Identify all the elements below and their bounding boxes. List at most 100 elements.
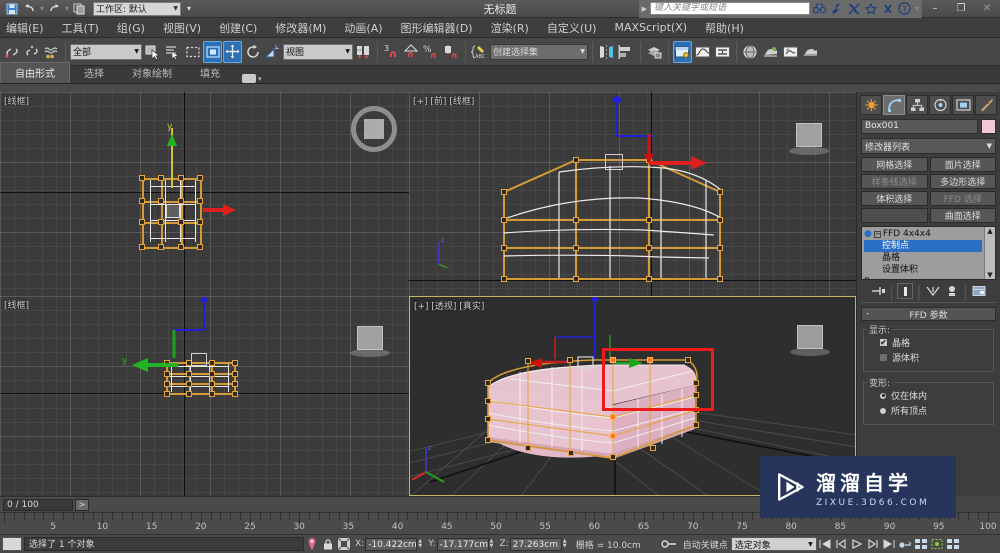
- absolute-relative-transform-icon[interactable]: [336, 536, 352, 552]
- stack-row-set-volume[interactable]: 设置体积: [864, 264, 982, 276]
- workspace-selector[interactable]: 工作区: 默认 ▼: [93, 1, 182, 16]
- modifier-list-combo[interactable]: 修改器列表 ▼: [861, 138, 996, 154]
- modifier-stack[interactable]: ● − FFD 4x4x4 控制点 晶格 设置体积 Box ▲: [861, 226, 996, 280]
- lightbulb-icon[interactable]: ●: [864, 228, 872, 240]
- stack-row-box[interactable]: Box: [864, 276, 982, 279]
- undo-dropdown-icon[interactable]: ▾: [40, 4, 44, 13]
- select-by-name-icon[interactable]: [163, 41, 182, 63]
- selection-lock-toggle-icon[interactable]: [320, 536, 336, 552]
- current-frame-field[interactable]: 0 / 100: [3, 498, 73, 511]
- menu-modifiers[interactable]: 修改器(M): [266, 18, 335, 38]
- menu-help[interactable]: 帮助(H): [696, 18, 753, 38]
- viewport-label-top-right[interactable]: [+] [前] [线框]: [413, 94, 474, 107]
- selection-filter-combo[interactable]: 全部 ▼: [70, 43, 142, 60]
- spline-select-button[interactable]: 样条线选择: [861, 174, 928, 189]
- angle-snap-toggle-icon[interactable]: [402, 41, 421, 63]
- menu-animation[interactable]: 动画(A): [335, 18, 391, 38]
- rectangular-selection-region-icon[interactable]: [183, 41, 202, 63]
- menu-rendering[interactable]: 渲染(R): [482, 18, 538, 38]
- key-filters-icon[interactable]: [945, 536, 961, 552]
- gizmo-center-handle[interactable]: [191, 353, 207, 366]
- utilities-tab[interactable]: [975, 95, 997, 115]
- viewport-top-left[interactable]: [线框] y: [0, 92, 409, 296]
- select-and-scale-icon[interactable]: [263, 41, 282, 63]
- patch-select-button[interactable]: 面片选择: [929, 157, 996, 172]
- x-field[interactable]: -10.422cm: [365, 537, 418, 551]
- wrench-icon[interactable]: [830, 2, 844, 16]
- window-crossing-toggle-icon[interactable]: [203, 40, 222, 63]
- select-and-move-icon[interactable]: [223, 40, 242, 63]
- lattice-checkbox-row[interactable]: ✔ 晶格: [879, 336, 988, 349]
- key-mode-toggle-icon[interactable]: [661, 536, 677, 552]
- menu-tools[interactable]: 工具(T): [53, 18, 108, 38]
- viewport-top-right[interactable]: [+] [前] [线框] z: [409, 92, 856, 296]
- stack-row-lattice[interactable]: 晶格: [864, 252, 982, 264]
- named-selection-sets-combo[interactable]: 创建选择集 ▼: [490, 43, 588, 60]
- auto-key-label[interactable]: 自动关键点: [683, 538, 728, 551]
- modify-tab[interactable]: [883, 95, 905, 115]
- reference-coordinate-combo[interactable]: 视图 ▼: [283, 43, 353, 60]
- mesh-select-button[interactable]: 网格选择: [861, 157, 928, 172]
- tab-selection[interactable]: 选择: [70, 63, 118, 83]
- lock-selection-icon[interactable]: [929, 536, 945, 552]
- close-button[interactable]: ✕: [974, 0, 1000, 18]
- menu-views[interactable]: 视图(V): [154, 18, 210, 38]
- material-editor-icon[interactable]: [741, 41, 760, 63]
- restore-button[interactable]: ❐: [948, 0, 974, 18]
- next-frame-icon[interactable]: [865, 536, 881, 552]
- lattice-checkbox[interactable]: ✔: [879, 338, 888, 347]
- expand-icon[interactable]: ▶: [642, 5, 647, 13]
- scene-explorer-icon[interactable]: [673, 40, 692, 63]
- show-end-result-icon[interactable]: [897, 283, 914, 299]
- source-volume-checkbox-row[interactable]: · 源体积: [879, 351, 988, 364]
- menu-maxscript[interactable]: MAXScript(X): [605, 19, 696, 36]
- render-production-icon[interactable]: [801, 41, 820, 63]
- viewport-label-top-left[interactable]: [线框]: [4, 94, 29, 107]
- rendered-frame-window-icon[interactable]: [781, 41, 800, 63]
- only-in-volume-radio[interactable]: [879, 391, 887, 400]
- viewcube-perspective[interactable]: [797, 325, 823, 349]
- z-field[interactable]: 27.263cm: [509, 537, 562, 551]
- menu-edit[interactable]: 编辑(E): [0, 18, 53, 38]
- chevron-down-icon[interactable]: ▾: [258, 75, 262, 83]
- star-icon[interactable]: [864, 2, 878, 16]
- all-vertices-radio-row[interactable]: 所有顶点: [879, 404, 988, 417]
- select-object-icon[interactable]: [143, 41, 162, 63]
- viewport-bottom-left[interactable]: [线框] y: [0, 296, 409, 496]
- unlink-selection-icon[interactable]: [22, 41, 41, 63]
- gizmo-x-arrow[interactable]: [203, 203, 238, 217]
- create-tab[interactable]: [860, 95, 882, 115]
- gizmo-center-handle[interactable]: [605, 154, 623, 170]
- volume-select-button[interactable]: 体积选择: [861, 191, 928, 206]
- select-and-rotate-icon[interactable]: [243, 41, 262, 63]
- mirror-icon[interactable]: [597, 41, 616, 63]
- tab-populate[interactable]: 填充: [186, 63, 234, 83]
- y-field[interactable]: -17.177cm: [436, 537, 489, 551]
- scroll-down-icon[interactable]: ▼: [987, 271, 992, 279]
- menu-customize[interactable]: 自定义(U): [538, 18, 606, 38]
- selection-lock-pin-icon[interactable]: [304, 536, 320, 552]
- ffd-parameters-rollout-header[interactable]: - FFD 参数: [861, 307, 996, 321]
- collapse-icon[interactable]: −: [873, 230, 881, 238]
- edit-named-selection-sets-icon[interactable]: ABC: [470, 41, 489, 63]
- tab-object-paint[interactable]: 对象绘制: [118, 63, 186, 83]
- help-icon[interactable]: ?: [898, 2, 912, 16]
- redo-dropdown-icon[interactable]: ▾: [65, 4, 69, 13]
- frame-go-button[interactable]: >: [75, 498, 89, 511]
- viewcube-left[interactable]: [357, 326, 383, 350]
- binoculars-icon[interactable]: [813, 2, 827, 16]
- object-name-field[interactable]: Box001: [861, 119, 978, 134]
- surface-select-button[interactable]: 曲面选择: [929, 208, 996, 223]
- stack-row-control-points[interactable]: 控制点: [864, 240, 982, 252]
- hierarchy-tab[interactable]: [906, 95, 928, 115]
- render-setup-icon[interactable]: [761, 41, 780, 63]
- menu-graph-editors[interactable]: 图形编辑器(D): [392, 18, 482, 38]
- only-in-volume-radio-row[interactable]: 仅在体内: [879, 389, 988, 402]
- configure-modifier-sets-icon[interactable]: [971, 283, 987, 299]
- poly-select-button[interactable]: 多边形选择: [929, 174, 996, 189]
- gizmo-x-arrow[interactable]: [649, 152, 725, 172]
- ribbon-minimize-group[interactable]: ▾: [242, 74, 262, 83]
- x-spinner[interactable]: ▲ ▼: [418, 538, 425, 551]
- scroll-up-icon[interactable]: ▲: [987, 227, 992, 235]
- workspace-menu-icon[interactable]: ▾: [187, 4, 191, 13]
